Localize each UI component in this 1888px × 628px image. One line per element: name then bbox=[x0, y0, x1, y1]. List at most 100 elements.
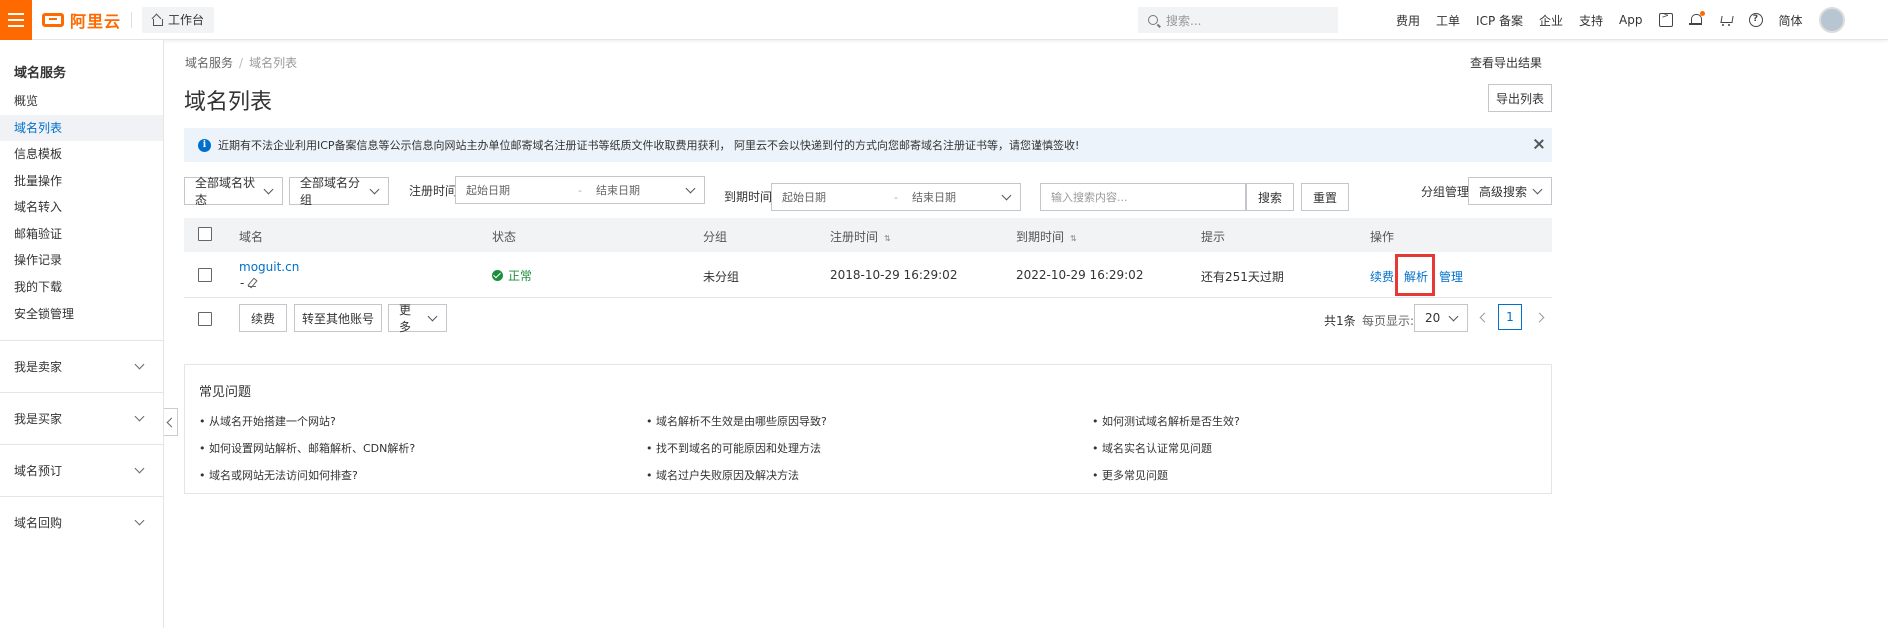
nav-support[interactable]: 支持 bbox=[1579, 12, 1603, 29]
terminal-icon[interactable] bbox=[1658, 11, 1673, 27]
hint-value: 还有251天过期 bbox=[1201, 270, 1284, 284]
cart-icon[interactable] bbox=[1719, 13, 1733, 27]
chevron-down-icon bbox=[685, 183, 696, 194]
domain-sub-text: - bbox=[240, 276, 245, 290]
view-export-results-link[interactable]: 查看导出结果 bbox=[1470, 54, 1542, 71]
avatar[interactable] bbox=[1818, 7, 1845, 33]
registered-value: 2018-10-29 16:29:02 bbox=[830, 268, 958, 282]
bell-icon[interactable] bbox=[1688, 11, 1705, 27]
row-checkbox[interactable] bbox=[198, 268, 212, 282]
exp-start-date: 起始日期 bbox=[782, 191, 826, 204]
page-1-button[interactable]: 1 bbox=[1498, 304, 1522, 330]
sidebar-item-templates[interactable]: 信息模板 bbox=[0, 141, 163, 167]
col-registered-label: 注册时间 bbox=[830, 230, 879, 244]
sort-icon: ⇅ bbox=[1070, 234, 1077, 243]
col-group: 分组 bbox=[703, 230, 728, 244]
faq-link[interactable]: • 如何设置网站解析、邮箱解析、CDN解析? bbox=[199, 440, 415, 456]
renew-link[interactable]: 续费 bbox=[1370, 268, 1394, 285]
sidebar: 域名服务 概览 域名列表 信息模板 批量操作 域名转入 邮箱验证 操作记录 我的… bbox=[0, 40, 164, 628]
group-filter-value: 全部域名分组 bbox=[300, 176, 361, 207]
faq-link[interactable]: • 找不到域名的可能原因和处理方法 bbox=[646, 440, 821, 456]
more-actions-select[interactable]: 更多 bbox=[388, 303, 447, 334]
logo[interactable]: 阿里云 bbox=[42, 0, 121, 40]
sidebar-item-overview[interactable]: 概览 bbox=[0, 88, 163, 114]
sidebar-group-label: 我是卖家 bbox=[14, 360, 63, 374]
manage-link[interactable]: 管理 bbox=[1439, 268, 1463, 285]
sidebar-group-label: 域名回购 bbox=[14, 516, 63, 530]
reg-start-date: 起始日期 bbox=[466, 184, 510, 197]
domain-link[interactable]: moguit.cn bbox=[239, 260, 299, 274]
per-page-select[interactable]: 20 bbox=[1414, 304, 1468, 332]
per-page-label: 每页显示: bbox=[1362, 314, 1415, 328]
highlight-box bbox=[1395, 254, 1435, 296]
col-expires[interactable]: 到期时间 ⇅ bbox=[1016, 228, 1078, 245]
export-list-button[interactable]: 导出列表 bbox=[1488, 84, 1552, 112]
search-placeholder: 搜索... bbox=[1166, 13, 1202, 28]
status-filter-select[interactable]: 全部域名状态 bbox=[184, 176, 283, 207]
sidebar-item-batch[interactable]: 批量操作 bbox=[0, 168, 163, 194]
breadcrumb: 域名服务 / 域名列表 bbox=[185, 56, 298, 70]
chevron-down-icon bbox=[1001, 190, 1012, 201]
bulk-transfer-button[interactable]: 转至其他账号 bbox=[294, 304, 382, 332]
search-button[interactable]: 搜索 bbox=[1246, 183, 1294, 211]
chevron-down-icon bbox=[1532, 184, 1543, 195]
chevron-down-icon bbox=[1448, 311, 1459, 322]
sidebar-item-logs[interactable]: 操作记录 bbox=[0, 247, 163, 273]
next-page-icon[interactable] bbox=[1536, 310, 1546, 326]
global-search-input[interactable]: 搜索... bbox=[1138, 7, 1338, 33]
sidebar-group-seller[interactable]: 我是卖家 bbox=[0, 340, 163, 392]
bulk-select-checkbox[interactable] bbox=[198, 312, 212, 326]
faq-link[interactable]: • 如何测试域名解析是否生效? bbox=[1092, 413, 1240, 429]
reg-end-date: 结束日期 bbox=[596, 184, 640, 197]
bulk-renew-button[interactable]: 续费 bbox=[239, 304, 287, 332]
group-manage-link[interactable]: 分组管理 bbox=[1421, 183, 1469, 200]
language-switch[interactable]: 简体 bbox=[1779, 12, 1803, 29]
sidebar-item-domain-list[interactable]: 域名列表 bbox=[0, 115, 163, 141]
more-actions-label: 更多 bbox=[399, 303, 412, 334]
nav-tickets[interactable]: 工单 bbox=[1436, 12, 1460, 29]
prev-page-icon[interactable] bbox=[1478, 310, 1488, 326]
advanced-search-select[interactable]: 高级搜索 bbox=[1468, 177, 1552, 205]
home-icon bbox=[152, 15, 164, 26]
faq-link[interactable]: • 域名解析不生效是由哪些原因导致? bbox=[646, 413, 827, 429]
sidebar-group-label: 我是买家 bbox=[14, 412, 63, 426]
sort-icon: ⇅ bbox=[884, 234, 891, 243]
reset-button[interactable]: 重置 bbox=[1301, 183, 1349, 211]
nav-billing[interactable]: 费用 bbox=[1396, 12, 1420, 29]
chevron-down-icon bbox=[134, 411, 145, 422]
nav-app[interactable]: App bbox=[1619, 13, 1642, 27]
group-filter-select[interactable]: 全部域名分组 bbox=[289, 176, 389, 207]
sidebar-item-transfer-in[interactable]: 域名转入 bbox=[0, 194, 163, 220]
col-registered[interactable]: 注册时间 ⇅ bbox=[830, 228, 892, 245]
breadcrumb-root[interactable]: 域名服务 bbox=[185, 56, 233, 70]
notice-text: 近期有不法企业利用ICP备案信息等公示信息向网站主办单位邮寄域名注册证书等纸质文… bbox=[218, 139, 1080, 152]
sidebar-item-email-verify[interactable]: 邮箱验证 bbox=[0, 221, 163, 247]
reg-time-label: 注册时间 bbox=[409, 184, 458, 198]
workbench-button[interactable]: 工作台 bbox=[142, 6, 215, 33]
sidebar-group-reserve[interactable]: 域名预订 bbox=[0, 444, 163, 496]
close-icon[interactable] bbox=[1534, 139, 1544, 149]
edit-icon[interactable] bbox=[248, 279, 257, 287]
sidebar-group-buyer[interactable]: 我是买家 bbox=[0, 392, 163, 444]
faq-link[interactable]: • 域名或网站无法访问如何排查? bbox=[199, 467, 358, 483]
exp-date-range[interactable]: 起始日期 - 结束日期 bbox=[771, 183, 1021, 211]
faq-link[interactable]: • 更多常见问题 bbox=[1092, 467, 1168, 483]
sidebar-item-downloads[interactable]: 我的下载 bbox=[0, 274, 163, 300]
faq-link[interactable]: • 从域名开始搭建一个网站? bbox=[199, 413, 336, 429]
reg-date-range[interactable]: 起始日期 - 结束日期 bbox=[455, 176, 705, 204]
sidebar-item-security-lock[interactable]: 安全锁管理 bbox=[0, 301, 163, 327]
nav-enterprise[interactable]: 企业 bbox=[1539, 12, 1563, 29]
info-icon: i bbox=[198, 138, 211, 152]
faq-link[interactable]: • 域名实名认证常见问题 bbox=[1092, 440, 1212, 456]
nav-icp[interactable]: ICP 备案 bbox=[1476, 12, 1523, 29]
top-bar: 阿里云 工作台 搜索... 费用 工单 ICP 备案 企业 支持 App ? 简… bbox=[0, 0, 1888, 40]
faq-link[interactable]: • 域名过户失败原因及解决方法 bbox=[646, 467, 799, 483]
search-input[interactable]: 输入搜索内容... bbox=[1040, 183, 1246, 211]
help-icon[interactable]: ? bbox=[1748, 13, 1763, 27]
col-status: 状态 bbox=[492, 230, 517, 244]
sidebar-group-buyback[interactable]: 域名回购 bbox=[0, 496, 163, 548]
logo-icon bbox=[42, 12, 64, 27]
select-all-checkbox[interactable] bbox=[198, 227, 212, 241]
menu-icon[interactable] bbox=[0, 0, 32, 40]
expires-value: 2022-10-29 16:29:02 bbox=[1016, 268, 1144, 282]
